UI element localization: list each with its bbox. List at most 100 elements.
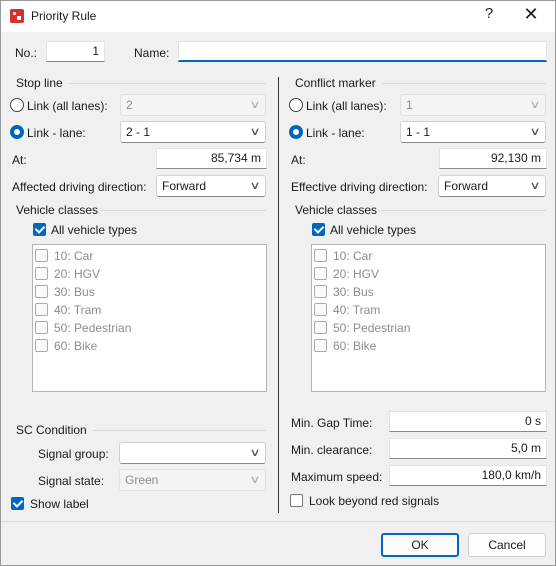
- priority-rule-dialog: Priority Rule ? ✕ No.: 1 Name: Stop line…: [0, 0, 556, 566]
- conflict-link-all-lanes-select: 1 ∨: [400, 94, 546, 116]
- sc-condition-divider: [93, 430, 266, 431]
- vehicle-type-label: 40: Tram: [54, 303, 102, 317]
- stop-link-all-lanes-value: 2: [126, 98, 133, 112]
- min-clearance-input[interactable]: 5,0 m: [389, 438, 547, 459]
- help-button[interactable]: ?: [479, 5, 499, 27]
- vehicle-type-checkbox[interactable]: [35, 339, 48, 352]
- max-speed-label: Maximum speed:: [291, 470, 383, 484]
- conflict-at-input[interactable]: 92,130 m: [439, 148, 547, 169]
- vehicle-type-checkbox[interactable]: [35, 321, 48, 334]
- name-input[interactable]: [178, 41, 547, 62]
- vehicle-type-label: 10: Car: [333, 249, 373, 263]
- signal-state-value: Green: [125, 473, 159, 487]
- conflict-link-lane-select[interactable]: 1 - 1 ∨: [400, 121, 546, 143]
- stop-vehicle-classes-title: Vehicle classes: [16, 203, 99, 217]
- stop-vehicle-classes-divider: [99, 210, 266, 211]
- chevron-down-icon: ∨: [529, 99, 541, 111]
- sc-condition-group-title: SC Condition: [16, 423, 87, 437]
- look-beyond-red-checkbox[interactable]: [290, 494, 303, 507]
- stop-link-lane-radio[interactable]: [10, 125, 24, 139]
- vehicle-type-checkbox[interactable]: [314, 303, 327, 316]
- name-label: Name:: [134, 46, 170, 60]
- stop-line-group-divider: [69, 83, 266, 84]
- signal-group-label: Signal group:: [38, 447, 109, 461]
- conflict-direction-label: Effective driving direction:: [291, 180, 428, 194]
- stop-link-lane-select[interactable]: 2 - 1 ∨: [120, 121, 266, 143]
- conflict-link-all-lanes-label: Link (all lanes):: [306, 99, 387, 113]
- vehicle-type-checkbox[interactable]: [35, 267, 48, 280]
- app-icon: [10, 9, 24, 23]
- window-title: Priority Rule: [31, 9, 97, 23]
- look-beyond-red-label: Look beyond red signals: [309, 494, 440, 508]
- chevron-down-icon: ∨: [249, 126, 261, 138]
- column-separator: [278, 77, 279, 513]
- conflict-vehicle-classes-divider: [378, 210, 546, 211]
- vehicle-type-checkbox[interactable]: [314, 267, 327, 280]
- chevron-down-icon: ∨: [249, 180, 261, 192]
- stop-direction-label: Affected driving direction:: [12, 180, 147, 194]
- conflict-vehicle-classes-title: Vehicle classes: [295, 203, 378, 217]
- stop-vehicle-types-list: 10: Car 20: HGV 30: Bus 40: Tram 50: Ped…: [32, 244, 267, 392]
- chevron-down-icon: ∨: [249, 474, 261, 486]
- chevron-down-icon: ∨: [249, 447, 261, 459]
- no-label: No.:: [15, 46, 38, 60]
- vehicle-type-checkbox[interactable]: [35, 285, 48, 298]
- min-gap-time-label: Min. Gap Time:: [291, 416, 373, 430]
- stop-direction-select[interactable]: Forward ∨: [156, 175, 266, 197]
- footer-divider: [1, 521, 555, 522]
- stop-link-all-lanes-label: Link (all lanes):: [27, 99, 108, 113]
- stop-link-all-lanes-select: 2 ∨: [120, 94, 266, 116]
- stop-link-lane-label: Link - lane:: [27, 126, 86, 140]
- vehicle-type-checkbox[interactable]: [314, 285, 327, 298]
- vehicle-type-label: 50: Pedestrian: [333, 321, 411, 335]
- conflict-direction-select[interactable]: Forward ∨: [438, 175, 546, 197]
- cancel-button[interactable]: Cancel: [468, 533, 546, 557]
- vehicle-type-label: 10: Car: [54, 249, 94, 263]
- stop-all-vehicle-types-checkbox[interactable]: [33, 223, 46, 236]
- title-bar: Priority Rule ? ✕: [1, 1, 555, 32]
- chevron-down-icon: ∨: [529, 126, 541, 138]
- conflict-at-label: At:: [291, 153, 306, 167]
- stop-at-label: At:: [12, 153, 27, 167]
- stop-link-all-lanes-radio[interactable]: [10, 98, 24, 112]
- signal-group-select[interactable]: ∨: [119, 442, 266, 464]
- conflict-link-lane-radio[interactable]: [289, 125, 303, 139]
- stop-link-lane-value: 2 - 1: [126, 125, 151, 139]
- chevron-down-icon: ∨: [529, 180, 541, 192]
- show-label-label: Show label: [30, 497, 89, 511]
- conflict-vehicle-types-list: 10: Car 20: HGV 30: Bus 40: Tram 50: Ped…: [311, 244, 546, 392]
- ok-button[interactable]: OK: [381, 533, 459, 557]
- min-gap-time-input[interactable]: 0 s: [389, 411, 547, 432]
- max-speed-input[interactable]: 180,0 km/h: [389, 465, 547, 486]
- vehicle-type-checkbox[interactable]: [314, 249, 327, 262]
- vehicle-type-checkbox[interactable]: [35, 303, 48, 316]
- vehicle-type-label: 60: Bike: [54, 339, 98, 353]
- vehicle-type-checkbox[interactable]: [35, 249, 48, 262]
- vehicle-type-label: 30: Bus: [333, 285, 374, 299]
- close-button[interactable]: ✕: [520, 4, 542, 26]
- vehicle-type-label: 20: HGV: [54, 267, 101, 281]
- stop-all-vehicle-types-label: All vehicle types: [51, 223, 138, 237]
- vehicle-type-label: 40: Tram: [333, 303, 381, 317]
- stop-line-group-title: Stop line: [16, 76, 63, 90]
- show-label-checkbox[interactable]: [11, 497, 24, 510]
- conflict-link-lane-value: 1 - 1: [406, 125, 431, 139]
- conflict-link-all-lanes-radio[interactable]: [289, 98, 303, 112]
- stop-at-input[interactable]: 85,734 m: [156, 148, 267, 169]
- no-input[interactable]: 1: [46, 41, 105, 62]
- conflict-all-vehicle-types-label: All vehicle types: [330, 223, 417, 237]
- signal-state-label: Signal state:: [38, 474, 105, 488]
- conflict-link-all-lanes-value: 1: [406, 98, 413, 112]
- signal-state-select: Green ∨: [119, 469, 266, 491]
- conflict-marker-group-divider: [382, 83, 546, 84]
- conflict-marker-group-title: Conflict marker: [295, 76, 376, 90]
- chevron-down-icon: ∨: [249, 99, 261, 111]
- conflict-all-vehicle-types-checkbox[interactable]: [312, 223, 325, 236]
- vehicle-type-label: 50: Pedestrian: [54, 321, 132, 335]
- conflict-direction-value: Forward: [444, 179, 489, 193]
- vehicle-type-checkbox[interactable]: [314, 321, 327, 334]
- vehicle-type-label: 30: Bus: [54, 285, 95, 299]
- vehicle-type-checkbox[interactable]: [314, 339, 327, 352]
- conflict-link-lane-label: Link - lane:: [306, 126, 365, 140]
- stop-direction-value: Forward: [162, 179, 207, 193]
